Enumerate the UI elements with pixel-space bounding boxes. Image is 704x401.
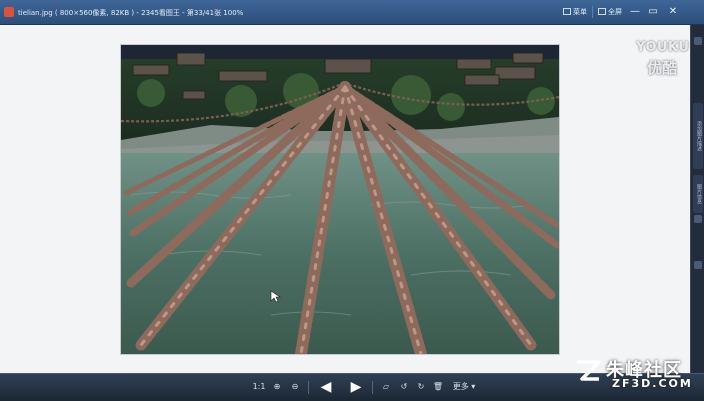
more-button[interactable]: 更多 ▾ [451, 379, 477, 395]
menu-button[interactable]: 菜单 [563, 7, 587, 17]
image-canvas[interactable] [0, 25, 690, 373]
window-title: tielian.jpg ( 800×560像素, 82KB ) - 2345看图… [18, 9, 244, 17]
app-logo-icon [4, 7, 14, 17]
toolbar-separator [308, 381, 309, 394]
side-panel: 添加图片描述 图片信息 [690, 25, 704, 373]
photo-image [121, 45, 559, 354]
zoom-in-button[interactable]: ⊕ [270, 379, 284, 395]
photo-chain-bridge[interactable] [121, 45, 559, 354]
zf3d-watermark-en: ZF3D.COM [612, 377, 693, 390]
restore-button[interactable]: ▭ [646, 5, 660, 19]
menu-icon [563, 8, 571, 15]
rotate-right-button[interactable]: ↻ [415, 379, 427, 395]
tab-image-info[interactable]: 图片信息 [693, 175, 703, 213]
more-label: 更多 [452, 382, 469, 391]
youku-watermark-cn: 优酷 [647, 59, 678, 77]
next-button[interactable]: ▶ [346, 379, 366, 395]
fullscreen-icon [598, 8, 606, 15]
menu-label: 菜单 [573, 8, 587, 16]
comment-button[interactable]: ▱ [380, 379, 392, 395]
zf3d-logo-icon [577, 360, 601, 381]
side-scroll-up-icon[interactable] [694, 37, 702, 45]
fullscreen-button[interactable]: 全屏 [598, 7, 622, 17]
title-separator [592, 6, 593, 18]
side-panel-icon[interactable] [694, 215, 702, 223]
toolbar-separator-2 [372, 381, 373, 394]
delete-button[interactable]: 🗑 [432, 379, 444, 395]
previous-button[interactable]: ◀ [316, 379, 336, 395]
image-viewer-window: tielian.jpg ( 800×560像素, 82KB ) - 2345看图… [0, 0, 704, 401]
minimize-button[interactable]: — [628, 5, 642, 19]
title-bar[interactable]: tielian.jpg ( 800×560像素, 82KB ) - 2345看图… [0, 0, 704, 25]
side-panel-icon-2[interactable] [694, 261, 702, 269]
actual-size-button[interactable]: 1:1 [252, 379, 266, 395]
fullscreen-label: 全屏 [608, 8, 622, 16]
youku-watermark: YOUKU [636, 40, 690, 55]
close-button[interactable]: ✕ [666, 5, 680, 19]
rotate-left-button[interactable]: ↺ [398, 379, 410, 395]
tab-add-description[interactable]: 添加图片描述 [693, 103, 703, 169]
zoom-out-button[interactable]: ⊖ [288, 379, 302, 395]
